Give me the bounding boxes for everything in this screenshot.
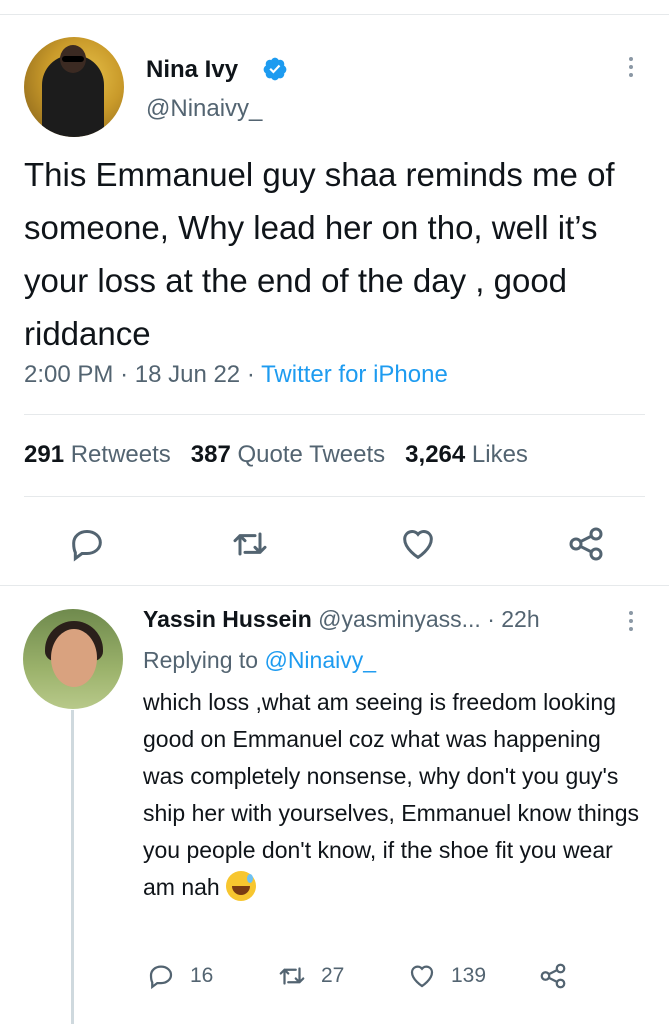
tweet-date: 18 Jun 22 [134,361,241,388]
retweet-icon [233,532,267,556]
reply-icon [72,529,102,562]
meta-separator: · [246,361,255,388]
retweets-count: 291 [24,441,65,468]
reply-retweet-button[interactable]: 27 [277,961,344,991]
reply-count: 16 [190,964,214,987]
author-avatar[interactable] [24,37,124,137]
share-icon [569,527,603,561]
author-name[interactable]: Nina Ivy [146,56,238,84]
reply-share-button[interactable] [538,961,582,991]
divider [24,414,645,415]
meta-separator: · [120,361,129,388]
replying-to-label: Replying to [143,647,259,673]
replying-to: Replying to @Ninaivy_ [143,647,376,674]
tweet-time: 2:00 PM [24,361,114,388]
more-options-icon[interactable] [629,57,633,81]
likes-count: 3,264 [405,441,466,468]
reply-like-button[interactable]: 139 [407,961,486,991]
retweet-icon [279,967,305,985]
quotes-label: Quote Tweets [237,441,386,468]
replying-to-handle[interactable]: @Ninaivy_ [264,647,376,673]
reply-icon [149,965,173,990]
reply-header: Yassin Hussein @yasminyass... · 22h [143,606,540,633]
share-icon [540,963,566,989]
quotes-count: 387 [190,441,231,468]
reply-author-handle[interactable]: @yasminyass... [318,606,481,632]
divider [24,496,645,497]
top-divider [0,14,669,15]
quotes-stat[interactable]: 387 Quote Tweets [191,441,385,468]
grinning-face-with-sweat-icon [226,871,257,901]
reply-text-block: which loss ,what am seeing is freedom lo… [143,684,643,906]
reply-more-options-icon[interactable] [629,611,633,635]
reply-separator: · [487,606,495,632]
thread-line [71,710,74,1024]
reply-timestamp[interactable]: 22h [501,606,539,632]
like-count: 139 [451,964,487,987]
like-icon [403,530,433,560]
tweet-stats: 291 Retweets 387 Quote Tweets 3,264 Like… [24,441,528,469]
reply-text: which loss ,what am seeing is freedom lo… [143,689,640,900]
likes-label: Likes [471,441,528,468]
like-button[interactable] [398,524,438,564]
share-button[interactable] [566,524,606,564]
retweet-button[interactable] [230,524,270,564]
retweet-count: 27 [321,964,345,987]
reply-author-name[interactable]: Yassin Hussein [143,606,312,632]
divider [0,585,669,586]
retweets-label: Retweets [70,441,171,468]
author-handle[interactable]: @Ninaivy_ [146,95,262,123]
verified-badge-icon [263,57,287,81]
reply-button[interactable] [67,524,107,564]
tweet-meta: 2:00 PM · 18 Jun 22 · Twitter for iPhone [24,361,448,389]
reply-reply-button[interactable]: 16 [146,961,213,991]
retweets-stat[interactable]: 291 Retweets [24,441,171,468]
reply-author-avatar[interactable] [23,609,123,709]
likes-stat[interactable]: 3,264 Likes [405,441,528,468]
tweet-text: This Emmanuel guy shaa reminds me of som… [24,156,615,352]
tweet-source-link[interactable]: Twitter for iPhone [261,361,448,388]
like-icon [410,965,434,988]
